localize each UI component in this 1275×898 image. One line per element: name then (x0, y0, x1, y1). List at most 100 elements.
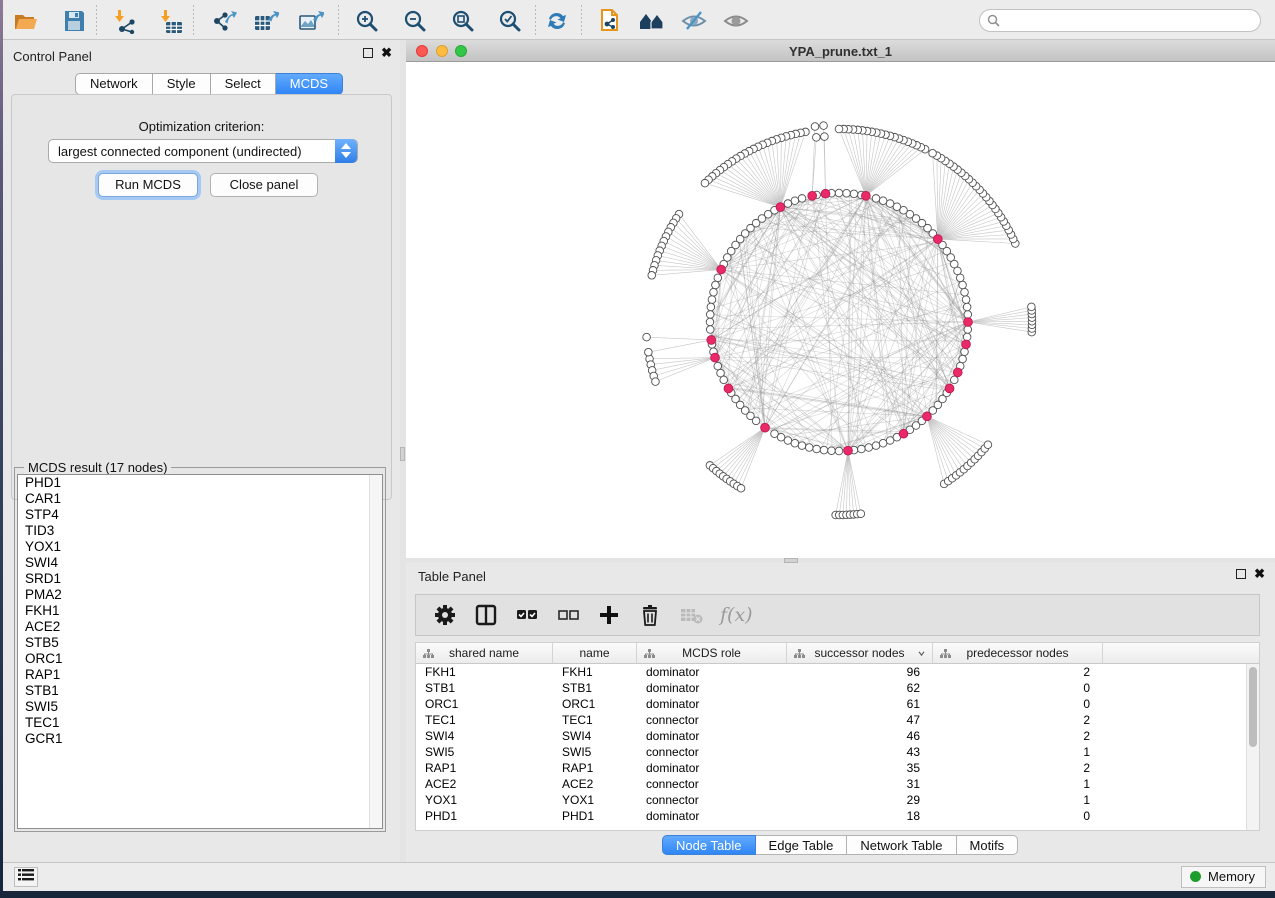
column-header-predecessor-nodes[interactable]: predecessor nodes (933, 643, 1103, 663)
table-row[interactable]: STB1STB1dominator620 (416, 680, 1247, 696)
table-body[interactable]: FKH1FKH1dominator962STB1STB1dominator620… (416, 664, 1247, 830)
table-cell[interactable]: TEC1 (553, 712, 637, 728)
table-row[interactable]: FKH1FKH1dominator962 (416, 664, 1247, 680)
table-cell[interactable]: 62 (787, 680, 933, 696)
table-cell[interactable]: 2 (933, 664, 1103, 680)
export-table-icon[interactable] (253, 8, 279, 34)
save-session-icon[interactable] (61, 8, 87, 34)
delete-icon[interactable] (638, 603, 662, 627)
table-cell[interactable]: 0 (933, 680, 1103, 696)
mcds-result-item[interactable]: PMA2 (18, 587, 382, 603)
table-cell[interactable]: dominator (637, 808, 787, 824)
table-cell[interactable]: dominator (637, 680, 787, 696)
zoom-selected-icon[interactable] (497, 8, 523, 34)
table-cell[interactable]: connector (637, 776, 787, 792)
column-header-shared-name[interactable]: shared name (416, 643, 553, 663)
table-cell[interactable]: ORC1 (416, 696, 553, 712)
network-window-titlebar[interactable]: YPA_prune.txt_1 (406, 40, 1275, 62)
table-row[interactable]: TEC1TEC1connector472 (416, 712, 1247, 728)
table-cell[interactable]: YOX1 (416, 792, 553, 808)
table-cell[interactable]: 2 (933, 712, 1103, 728)
close-panel-icon[interactable]: ✖ (381, 48, 392, 58)
mcds-result-item[interactable]: PHD1 (18, 475, 382, 491)
table-cell[interactable] (1103, 712, 1247, 728)
mcds-result-item[interactable]: STB5 (18, 635, 382, 651)
mcds-result-item[interactable]: RAP1 (18, 667, 382, 683)
table-cell[interactable] (1103, 744, 1247, 760)
table-cell[interactable]: PHD1 (416, 808, 553, 824)
mcds-result-item[interactable]: SRD1 (18, 571, 382, 587)
table-cell[interactable]: SWI5 (416, 744, 553, 760)
mcds-result-item[interactable]: ORC1 (18, 651, 382, 667)
mcds-result-item[interactable]: STP4 (18, 507, 382, 523)
table-cell[interactable]: YOX1 (553, 792, 637, 808)
column-header-name[interactable]: name (553, 643, 637, 663)
table-cell[interactable]: 0 (933, 696, 1103, 712)
table-row[interactable]: SWI4SWI4dominator462 (416, 728, 1247, 744)
table-cell[interactable]: 43 (787, 744, 933, 760)
table-cell[interactable]: dominator (637, 696, 787, 712)
table-row[interactable]: RAP1RAP1dominator352 (416, 760, 1247, 776)
close-panel-icon[interactable]: ✖ (1254, 569, 1265, 579)
network-canvas[interactable] (406, 62, 1275, 558)
search-field[interactable] (979, 9, 1261, 32)
table-cell[interactable] (1103, 760, 1247, 776)
table-cell[interactable]: SWI4 (416, 728, 553, 744)
mcds-result-item[interactable]: SWI4 (18, 555, 382, 571)
deselect-all-icon[interactable] (556, 603, 580, 627)
table-cell[interactable] (1103, 664, 1247, 680)
table-cell[interactable]: FKH1 (416, 664, 553, 680)
table-cell[interactable]: SWI5 (553, 744, 637, 760)
zoom-out-icon[interactable] (402, 8, 428, 34)
mcds-result-item[interactable]: SWI5 (18, 699, 382, 715)
column-header-mcds-role[interactable]: MCDS role (637, 643, 787, 663)
table-cell[interactable]: 1 (933, 792, 1103, 808)
mcds-result-item[interactable]: YOX1 (18, 539, 382, 555)
add-row-icon[interactable] (597, 603, 621, 627)
close-panel-button[interactable]: Close panel (210, 173, 318, 197)
tab-mcds[interactable]: MCDS (276, 73, 343, 95)
table-row[interactable]: YOX1YOX1connector291 (416, 792, 1247, 808)
float-panel-icon[interactable] (1236, 569, 1246, 579)
table-cell[interactable]: TEC1 (416, 712, 553, 728)
refresh-icon[interactable] (544, 8, 570, 34)
table-cell[interactable]: SWI4 (553, 728, 637, 744)
table-cell[interactable]: RAP1 (416, 760, 553, 776)
result-list-scrollbar[interactable] (369, 475, 382, 828)
table-cell[interactable]: 29 (787, 792, 933, 808)
table-row[interactable]: SWI5SWI5connector431 (416, 744, 1247, 760)
table-cell[interactable]: 47 (787, 712, 933, 728)
import-table-icon[interactable] (157, 8, 183, 34)
table-cell[interactable]: 96 (787, 664, 933, 680)
tab-style[interactable]: Style (153, 73, 211, 95)
table-cell[interactable]: 1 (933, 776, 1103, 792)
table-cell[interactable]: 2 (933, 728, 1103, 744)
table-cell[interactable]: STB1 (416, 680, 553, 696)
import-network-icon[interactable] (111, 8, 137, 34)
table-cell[interactable]: 1 (933, 744, 1103, 760)
scrollbar-thumb[interactable] (1249, 667, 1257, 747)
table-cell[interactable] (1103, 728, 1247, 744)
tab-select[interactable]: Select (211, 73, 276, 95)
mcds-result-list[interactable]: PHD1CAR1STP4TID3YOX1SWI4SRD1PMA2FKH1ACE2… (17, 474, 383, 829)
table-row[interactable]: PHD1PHD1dominator180 (416, 808, 1247, 824)
show-all-icon[interactable] (723, 8, 749, 34)
task-history-button[interactable] (14, 867, 38, 887)
table-cell[interactable]: connector (637, 744, 787, 760)
table-cell[interactable]: ACE2 (416, 776, 553, 792)
table-cell[interactable]: ACE2 (553, 776, 637, 792)
mcds-result-item[interactable]: TID3 (18, 523, 382, 539)
tab-motifs[interactable]: Motifs (957, 835, 1019, 855)
search-input[interactable] (1004, 11, 1254, 30)
splitter-handle[interactable] (400, 447, 405, 461)
hide-selected-icon[interactable] (681, 8, 707, 34)
tab-edge-table[interactable]: Edge Table (756, 835, 848, 855)
table-cell[interactable]: STB1 (553, 680, 637, 696)
table-cell[interactable]: connector (637, 792, 787, 808)
zoom-in-icon[interactable] (354, 8, 380, 34)
table-cell[interactable]: 35 (787, 760, 933, 776)
column-header-successor-nodes[interactable]: successor nodes (787, 643, 933, 663)
table-cell[interactable] (1103, 792, 1247, 808)
export-network-icon[interactable] (211, 8, 237, 34)
table-cell[interactable]: 46 (787, 728, 933, 744)
